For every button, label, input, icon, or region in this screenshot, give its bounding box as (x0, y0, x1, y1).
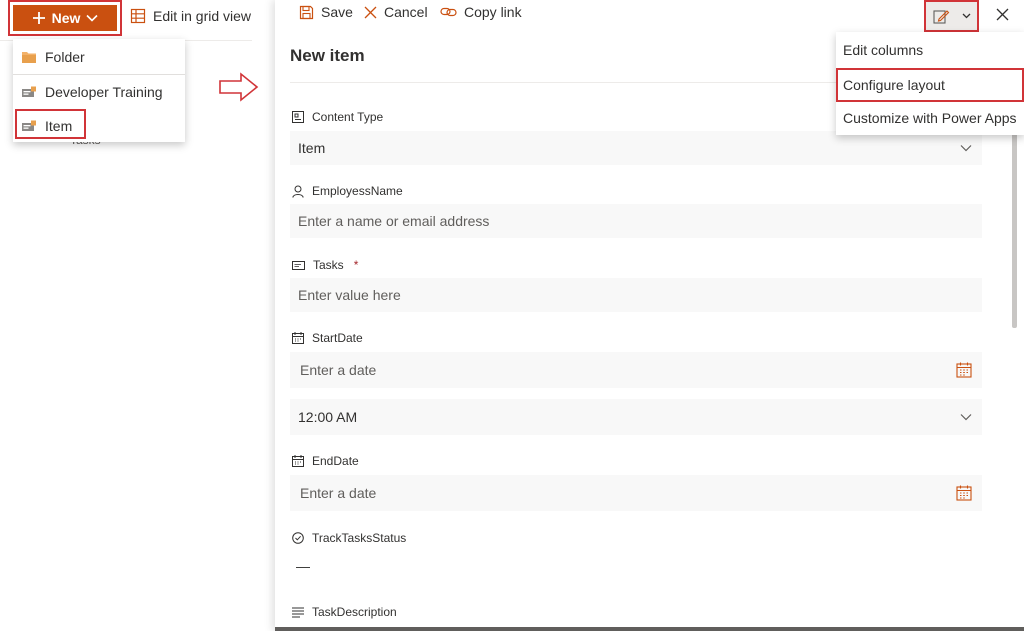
layout-button-highlight (924, 0, 979, 32)
start-time-value: 12:00 AM (298, 409, 358, 425)
new-button-label: New (51, 10, 81, 26)
scrollbar-thumb[interactable] (1012, 122, 1017, 328)
calendar-icon (292, 455, 304, 467)
field-label-text: Tasks (313, 258, 344, 272)
menu-item-item[interactable]: Item (13, 110, 185, 142)
employees-name-label: EmployessName (292, 184, 403, 198)
menu-item-label: Folder (45, 49, 85, 65)
menu-divider (13, 74, 185, 75)
new-menu: Folder Developer Training Item (13, 39, 185, 142)
track-status-value[interactable]: — (296, 558, 310, 574)
menu-item-label: Customize with Power Apps (843, 110, 1017, 126)
content-type-dropdown[interactable]: Item (290, 131, 982, 165)
required-asterisk: * (353, 258, 359, 272)
end-date-input[interactable]: Enter a date (290, 475, 982, 511)
cancel-label: Cancel (384, 4, 428, 20)
field-label-text: TrackTasksStatus (312, 531, 407, 545)
field-label-text: EmployessName (312, 184, 403, 198)
field-label-text: TaskDescription (312, 605, 397, 619)
text-lines-icon (292, 607, 304, 617)
menu-item-configure-layout[interactable]: Configure layout (836, 68, 1024, 102)
copy-link-label: Copy link (464, 4, 522, 20)
menu-item-label: Item (45, 118, 73, 134)
field-label-text: EndDate (312, 454, 359, 468)
tasks-input[interactable]: Enter value here (290, 278, 982, 312)
chevron-down-icon (86, 14, 98, 22)
new-button-highlight: New (8, 0, 122, 36)
save-label: Save (321, 4, 353, 20)
link-icon (440, 7, 457, 17)
menu-item-developer-training[interactable]: Developer Training (13, 76, 185, 108)
menu-item-label: Developer Training (45, 84, 163, 100)
close-panel-button[interactable] (993, 5, 1011, 23)
menu-item-edit-columns[interactable]: Edit columns (836, 33, 1024, 67)
close-icon (364, 6, 377, 18)
end-date-placeholder: Enter a date (300, 485, 377, 501)
edit-form-icon (932, 9, 949, 24)
calendar-icon (292, 332, 304, 344)
content-type-icon (292, 111, 304, 123)
new-button[interactable]: New (13, 5, 117, 31)
employees-name-placeholder: Enter a name or email address (298, 213, 490, 229)
save-button[interactable]: Save (299, 3, 353, 21)
track-status-label: TrackTasksStatus (292, 531, 406, 545)
content-type-icon (22, 120, 36, 131)
menu-item-folder[interactable]: Folder (13, 41, 185, 73)
folder-icon (22, 52, 36, 63)
chevron-down-icon (960, 145, 972, 152)
save-icon (299, 5, 314, 19)
content-type-value: Item (298, 140, 326, 156)
start-date-label: StartDate (292, 331, 363, 345)
person-icon (292, 185, 304, 198)
close-icon (996, 8, 1008, 20)
content-type-icon (22, 86, 36, 97)
form-title: New item (290, 46, 365, 65)
menu-item-label: Configure layout (843, 77, 945, 93)
check-circle-icon (292, 532, 304, 544)
chevron-down-icon (962, 13, 970, 19)
calendar-icon (956, 485, 972, 501)
plus-icon (32, 12, 45, 24)
edit-grid-view-button[interactable]: Edit in grid view (130, 8, 251, 24)
start-date-input[interactable]: Enter a date (290, 352, 982, 388)
start-date-picker-button[interactable] (956, 362, 972, 378)
employees-name-input[interactable]: Enter a name or email address (290, 204, 982, 238)
calendar-icon (956, 362, 972, 378)
text-field-icon (292, 260, 305, 270)
menu-item-label: Edit columns (843, 42, 924, 58)
edit-grid-view-label: Edit in grid view (153, 8, 252, 24)
grid-icon (130, 8, 146, 24)
panel-bottom-edge (275, 627, 1024, 631)
tasks-placeholder: Enter value here (298, 287, 401, 303)
form-settings-menu: Edit columns Configure layout Customize … (836, 32, 1024, 135)
menu-item-customize-power-apps[interactable]: Customize with Power Apps (836, 101, 1024, 135)
field-label-text: StartDate (312, 331, 363, 345)
cancel-button[interactable]: Cancel (364, 3, 428, 21)
task-description-label: TaskDescription (292, 605, 397, 619)
start-date-placeholder: Enter a date (300, 362, 377, 378)
copy-link-button[interactable]: Copy link (440, 3, 522, 21)
field-label-text: Content Type (312, 110, 384, 124)
tasks-label: Tasks * (292, 258, 358, 272)
form-settings-button[interactable] (926, 2, 977, 30)
end-date-label: EndDate (292, 454, 359, 468)
content-type-label: Content Type (292, 110, 383, 124)
end-date-picker-button[interactable] (956, 485, 972, 501)
arrow-right-icon (219, 72, 259, 102)
chevron-down-icon (960, 414, 972, 421)
start-time-dropdown[interactable]: 12:00 AM (290, 399, 982, 435)
